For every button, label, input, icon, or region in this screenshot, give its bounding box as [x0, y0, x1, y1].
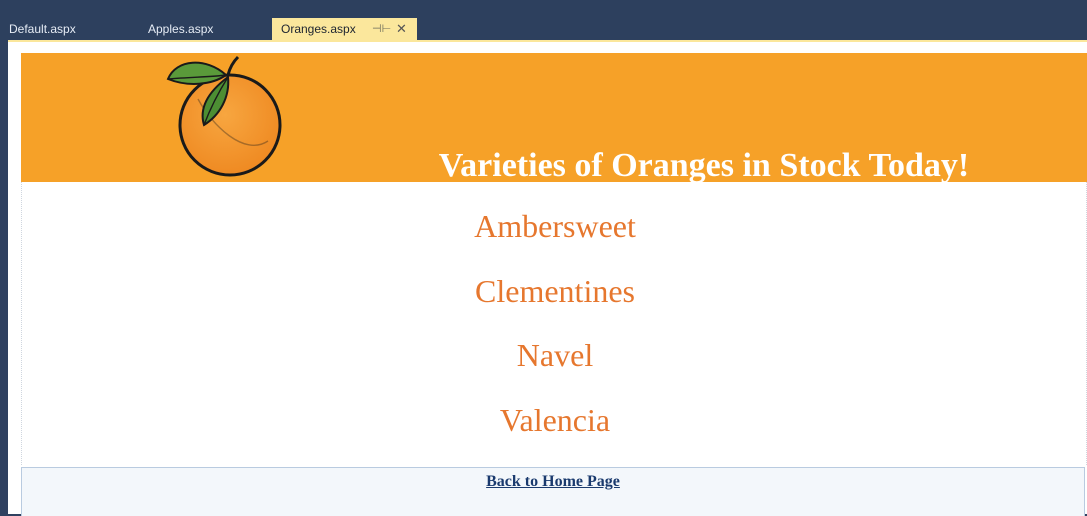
varieties-list: Ambersweet Clementines Navel Valencia — [21, 182, 1087, 465]
tab-label: Oranges.aspx — [281, 22, 356, 36]
list-item: Ambersweet — [474, 208, 636, 244]
header-banner: Varieties of Oranges in Stock Today! — [21, 53, 1087, 184]
tab-label: Default.aspx — [9, 22, 76, 36]
list-item: Clementines — [475, 273, 635, 309]
close-icon[interactable]: ✕ — [396, 18, 407, 40]
tab-oranges-aspx[interactable]: Oranges.aspx ⊣⊢ ✕ — [272, 18, 417, 40]
page-title: Varieties of Oranges in Stock Today! — [438, 147, 970, 184]
footer: Back to Home Page — [21, 467, 1085, 516]
list-item: Navel — [516, 337, 594, 373]
document-tab-bar: Default.aspx Apples.aspx Oranges.aspx ⊣⊢… — [0, 0, 1087, 40]
list-item: Valencia — [499, 402, 611, 438]
design-surface: Varieties of Oranges in Stock Today! Amb… — [8, 40, 1087, 516]
tab-label: Apples.aspx — [148, 22, 214, 36]
tab-apples-aspx[interactable]: Apples.aspx — [139, 18, 265, 40]
back-to-home-link[interactable]: Back to Home Page — [486, 473, 620, 491]
tab-default-aspx[interactable]: Default.aspx — [0, 18, 126, 40]
pin-icon[interactable]: ⊣⊢ — [372, 18, 391, 40]
